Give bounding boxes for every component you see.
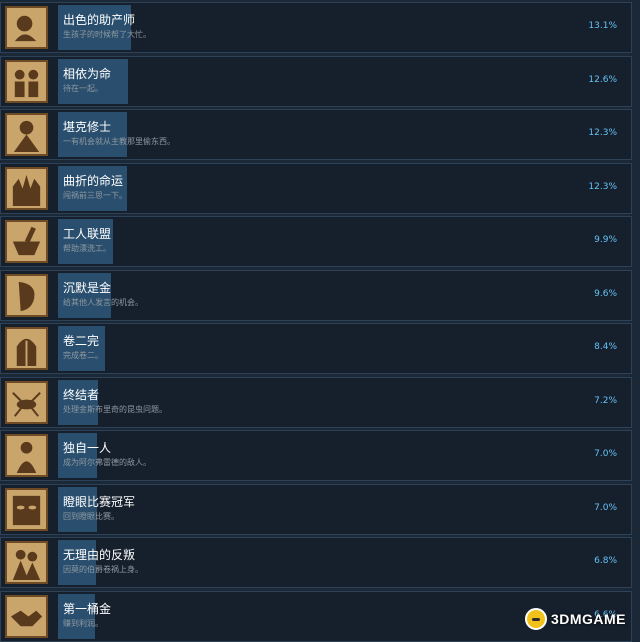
achievement-title: 出色的助产师 [63, 11, 135, 28]
achievement-description: 赚到利润。 [63, 618, 103, 629]
achievement-title: 曲折的命运 [63, 172, 123, 189]
achievement-row[interactable]: 相依为命待在一起。 12.6% [0, 56, 632, 107]
watermark-text: 3DMGAME [551, 611, 626, 627]
lone-figure-icon [5, 434, 48, 477]
achievement-list: 出色的助产师生孩子的时候帮了大忙。 13.1% 相依为命待在一起。 12.6% 堪克修士… [0, 0, 640, 636]
handshake-icon [5, 595, 48, 638]
3dm-logo-icon [525, 608, 547, 630]
staring-eyes-icon [5, 488, 48, 531]
achievement-description: 成为阿尔弗雷德的敌人。 [63, 457, 151, 468]
achievement-description: 生孩子的时候帮了大忙。 [63, 29, 151, 40]
unlock-percentage: 9.6% [594, 289, 617, 299]
unlock-percentage: 12.3% [588, 128, 617, 138]
achievement-title: 瞪眼比赛冠军 [63, 493, 135, 510]
burning-castle-icon [5, 167, 48, 210]
achievement-title: 相依为命 [63, 65, 111, 82]
watermark: 3DMGAME [525, 608, 626, 630]
achievement-row[interactable]: 曲折的命运闯祸前三思一下。 12.3% [0, 163, 632, 214]
achievement-title: 独自一人 [63, 439, 111, 456]
achievement-row[interactable]: 出色的助产师生孩子的时候帮了大忙。 13.1% [0, 2, 632, 53]
achievement-row[interactable]: 沉默是金给其他人发言的机会。 9.6% [0, 270, 632, 321]
cathedral-window-icon [5, 327, 48, 370]
achievement-description: 一有机会就从主教那里偷东西。 [63, 136, 175, 147]
unlock-percentage: 13.1% [588, 21, 617, 31]
achievement-description: 完成卷二。 [63, 350, 103, 361]
unlock-percentage: 7.2% [594, 396, 617, 406]
achievement-title: 工人联盟 [63, 225, 111, 242]
achievement-description: 回到瞪眼比赛。 [63, 511, 119, 522]
silent-face-icon [5, 274, 48, 317]
insect-icon [5, 381, 48, 424]
achievement-title: 堪克修士 [63, 118, 111, 135]
rebel-figures-icon [5, 541, 48, 584]
achievement-row[interactable]: 终结者处理金斯布里奇的昆虫问题。 7.2% [0, 377, 632, 428]
achievement-description: 处理金斯布里奇的昆虫问题。 [63, 404, 167, 415]
unlock-percentage: 8.4% [594, 342, 617, 352]
achievement-title: 沉默是金 [63, 279, 111, 296]
achievement-row[interactable]: 独自一人成为阿尔弗雷德的敌人。 7.0% [0, 430, 632, 481]
achievement-description: 给其他人发言的机会。 [63, 297, 143, 308]
achievement-title: 无理由的反叛 [63, 546, 135, 563]
achievement-description: 待在一起。 [63, 83, 103, 94]
baby-icon [5, 6, 48, 49]
achievement-row[interactable]: 卷二完完成卷二。 8.4% [0, 323, 632, 374]
achievement-description: 闯祸前三思一下。 [63, 190, 127, 201]
unlock-percentage: 7.0% [594, 503, 617, 513]
achievement-row[interactable]: 堪克修士一有机会就从主教那里偷东西。 12.3% [0, 109, 632, 160]
achievement-description: 帮助漂洗工。 [63, 243, 111, 254]
achievement-row[interactable]: 工人联盟帮助漂洗工。 9.9% [0, 216, 632, 267]
achievement-title: 第一桶金 [63, 600, 111, 617]
unlock-percentage: 7.0% [594, 449, 617, 459]
unlock-percentage: 9.9% [594, 235, 617, 245]
mortar-pestle-icon [5, 220, 48, 263]
unlock-percentage: 12.6% [588, 75, 617, 85]
achievement-row[interactable]: 无理由的反叛因莫的伯爵卷祸上身。 6.8% [0, 537, 632, 588]
achievement-row[interactable]: 瞪眼比赛冠军回到瞪眼比赛。 7.0% [0, 484, 632, 535]
achievement-description: 因莫的伯爵卷祸上身。 [63, 564, 143, 575]
achievement-title: 卷二完 [63, 332, 99, 349]
couple-icon [5, 60, 48, 103]
unlock-percentage: 12.3% [588, 182, 617, 192]
monk-icon [5, 113, 48, 156]
achievement-title: 终结者 [63, 386, 99, 403]
unlock-percentage: 6.8% [594, 556, 617, 566]
